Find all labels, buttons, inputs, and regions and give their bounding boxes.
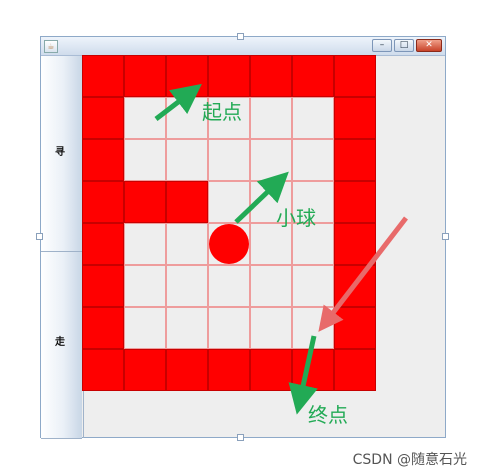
resize-handle-right[interactable] [442, 233, 449, 240]
ball-arrow-icon [234, 171, 289, 224]
end-label: 终点 [308, 403, 348, 427]
watermark: CSDN @随意石光 [352, 452, 467, 468]
end-arrow-icon [288, 335, 318, 415]
resize-handle-bottom[interactable] [237, 434, 244, 441]
resize-handle-top[interactable] [237, 33, 244, 40]
start-arrow-icon [154, 83, 202, 121]
ball-label: 小球 [276, 206, 316, 230]
start-label: 起点 [202, 100, 242, 124]
annotation-layer [154, 83, 408, 415]
resize-handle-left[interactable] [36, 233, 43, 240]
pointer-arrow-icon [318, 216, 408, 332]
